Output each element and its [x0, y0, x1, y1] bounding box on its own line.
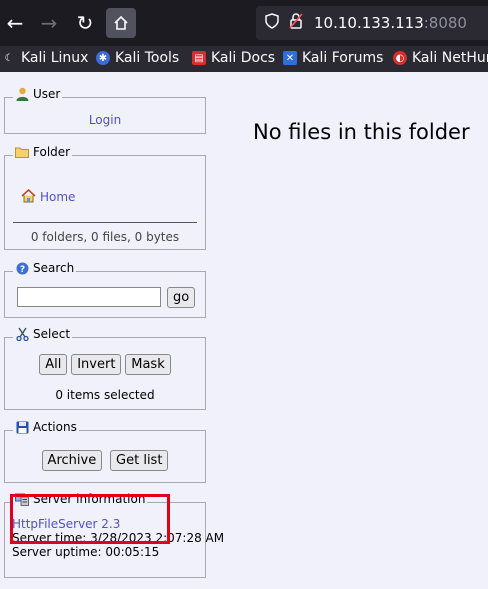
- folder-icon: [15, 145, 29, 159]
- search-input[interactable]: [17, 287, 161, 307]
- url-text[interactable]: 10.10.133.113:8080: [314, 14, 467, 32]
- archive-button[interactable]: Archive: [41, 450, 103, 471]
- mask-button[interactable]: Mask: [125, 354, 171, 375]
- bookmark-kali-tools[interactable]: ✱ Kali Tools: [96, 50, 179, 66]
- actions-legend: Actions: [13, 420, 79, 434]
- folder-divider: [13, 222, 197, 223]
- bookmark-kali-docs[interactable]: ▤ Kali Docs: [192, 50, 275, 66]
- bookmark-kali-linux[interactable]: ☾ Kali Linux: [2, 50, 89, 66]
- url-bar[interactable]: 10.10.133.113:8080: [256, 6, 488, 40]
- shield-icon[interactable]: [264, 13, 280, 33]
- kali-docs-icon: ▤: [192, 51, 206, 65]
- forward-arrow-icon[interactable]: →: [34, 8, 64, 38]
- highlight-annotation-box: [10, 494, 170, 544]
- kali-forums-icon: ✕: [283, 51, 297, 65]
- search-help-icon: ?: [15, 261, 29, 275]
- login-link[interactable]: Login: [89, 113, 121, 127]
- kali-tools-icon: ✱: [96, 51, 110, 65]
- empty-folder-message: No files in this folder: [253, 120, 470, 144]
- bookmark-kali-forums[interactable]: ✕ Kali Forums: [283, 50, 383, 66]
- select-panel: Select All Invert Mask 0 items selected: [4, 327, 206, 410]
- browser-toolbar: ← → ↻ 10.10.133.113:8080: [0, 0, 488, 46]
- invert-selection-button[interactable]: Invert: [71, 354, 122, 375]
- user-legend: User: [13, 87, 63, 101]
- user-panel: User Login: [4, 87, 206, 134]
- actions-panel: Actions Archive Get list: [4, 420, 206, 483]
- bookmark-kali-nethunter[interactable]: ◐ Kali NetHunter: [393, 50, 488, 66]
- selected-count: 0 items selected: [55, 388, 155, 402]
- home-folder-item[interactable]: Home: [21, 188, 75, 205]
- search-go-button[interactable]: go: [167, 287, 196, 308]
- get-list-button[interactable]: Get list: [110, 450, 169, 471]
- kali-dragon-icon: ☾: [4, 52, 14, 64]
- search-legend: ? Search: [13, 261, 77, 275]
- home-folder-icon: [21, 188, 37, 205]
- folder-stats: 0 folders, 0 files, 0 bytes: [30, 230, 180, 244]
- bookmarks-bar: ☾ Kali Linux ✱ Kali Tools ▤ Kali Docs ✕ …: [0, 46, 488, 72]
- floppy-disk-icon: [15, 420, 29, 434]
- search-panel: ? Search go: [4, 261, 206, 318]
- user-icon: [15, 87, 29, 101]
- folder-legend: Folder: [13, 145, 73, 159]
- server-uptime: Server uptime: 00:05:15: [12, 545, 160, 559]
- svg-text:?: ?: [19, 265, 24, 275]
- reload-icon[interactable]: ↻: [70, 8, 100, 38]
- home-icon[interactable]: [106, 8, 136, 38]
- select-all-button[interactable]: All: [39, 354, 68, 375]
- select-legend: Select: [13, 327, 73, 341]
- insecure-lock-icon[interactable]: [288, 13, 304, 33]
- scissors-icon: [15, 327, 29, 341]
- back-arrow-icon[interactable]: ←: [0, 8, 30, 38]
- home-link[interactable]: Home: [40, 190, 75, 204]
- kali-nethunter-icon: ◐: [393, 51, 407, 65]
- folder-panel: Folder Home 0 folders, 0 files, 0 bytes: [4, 145, 206, 250]
